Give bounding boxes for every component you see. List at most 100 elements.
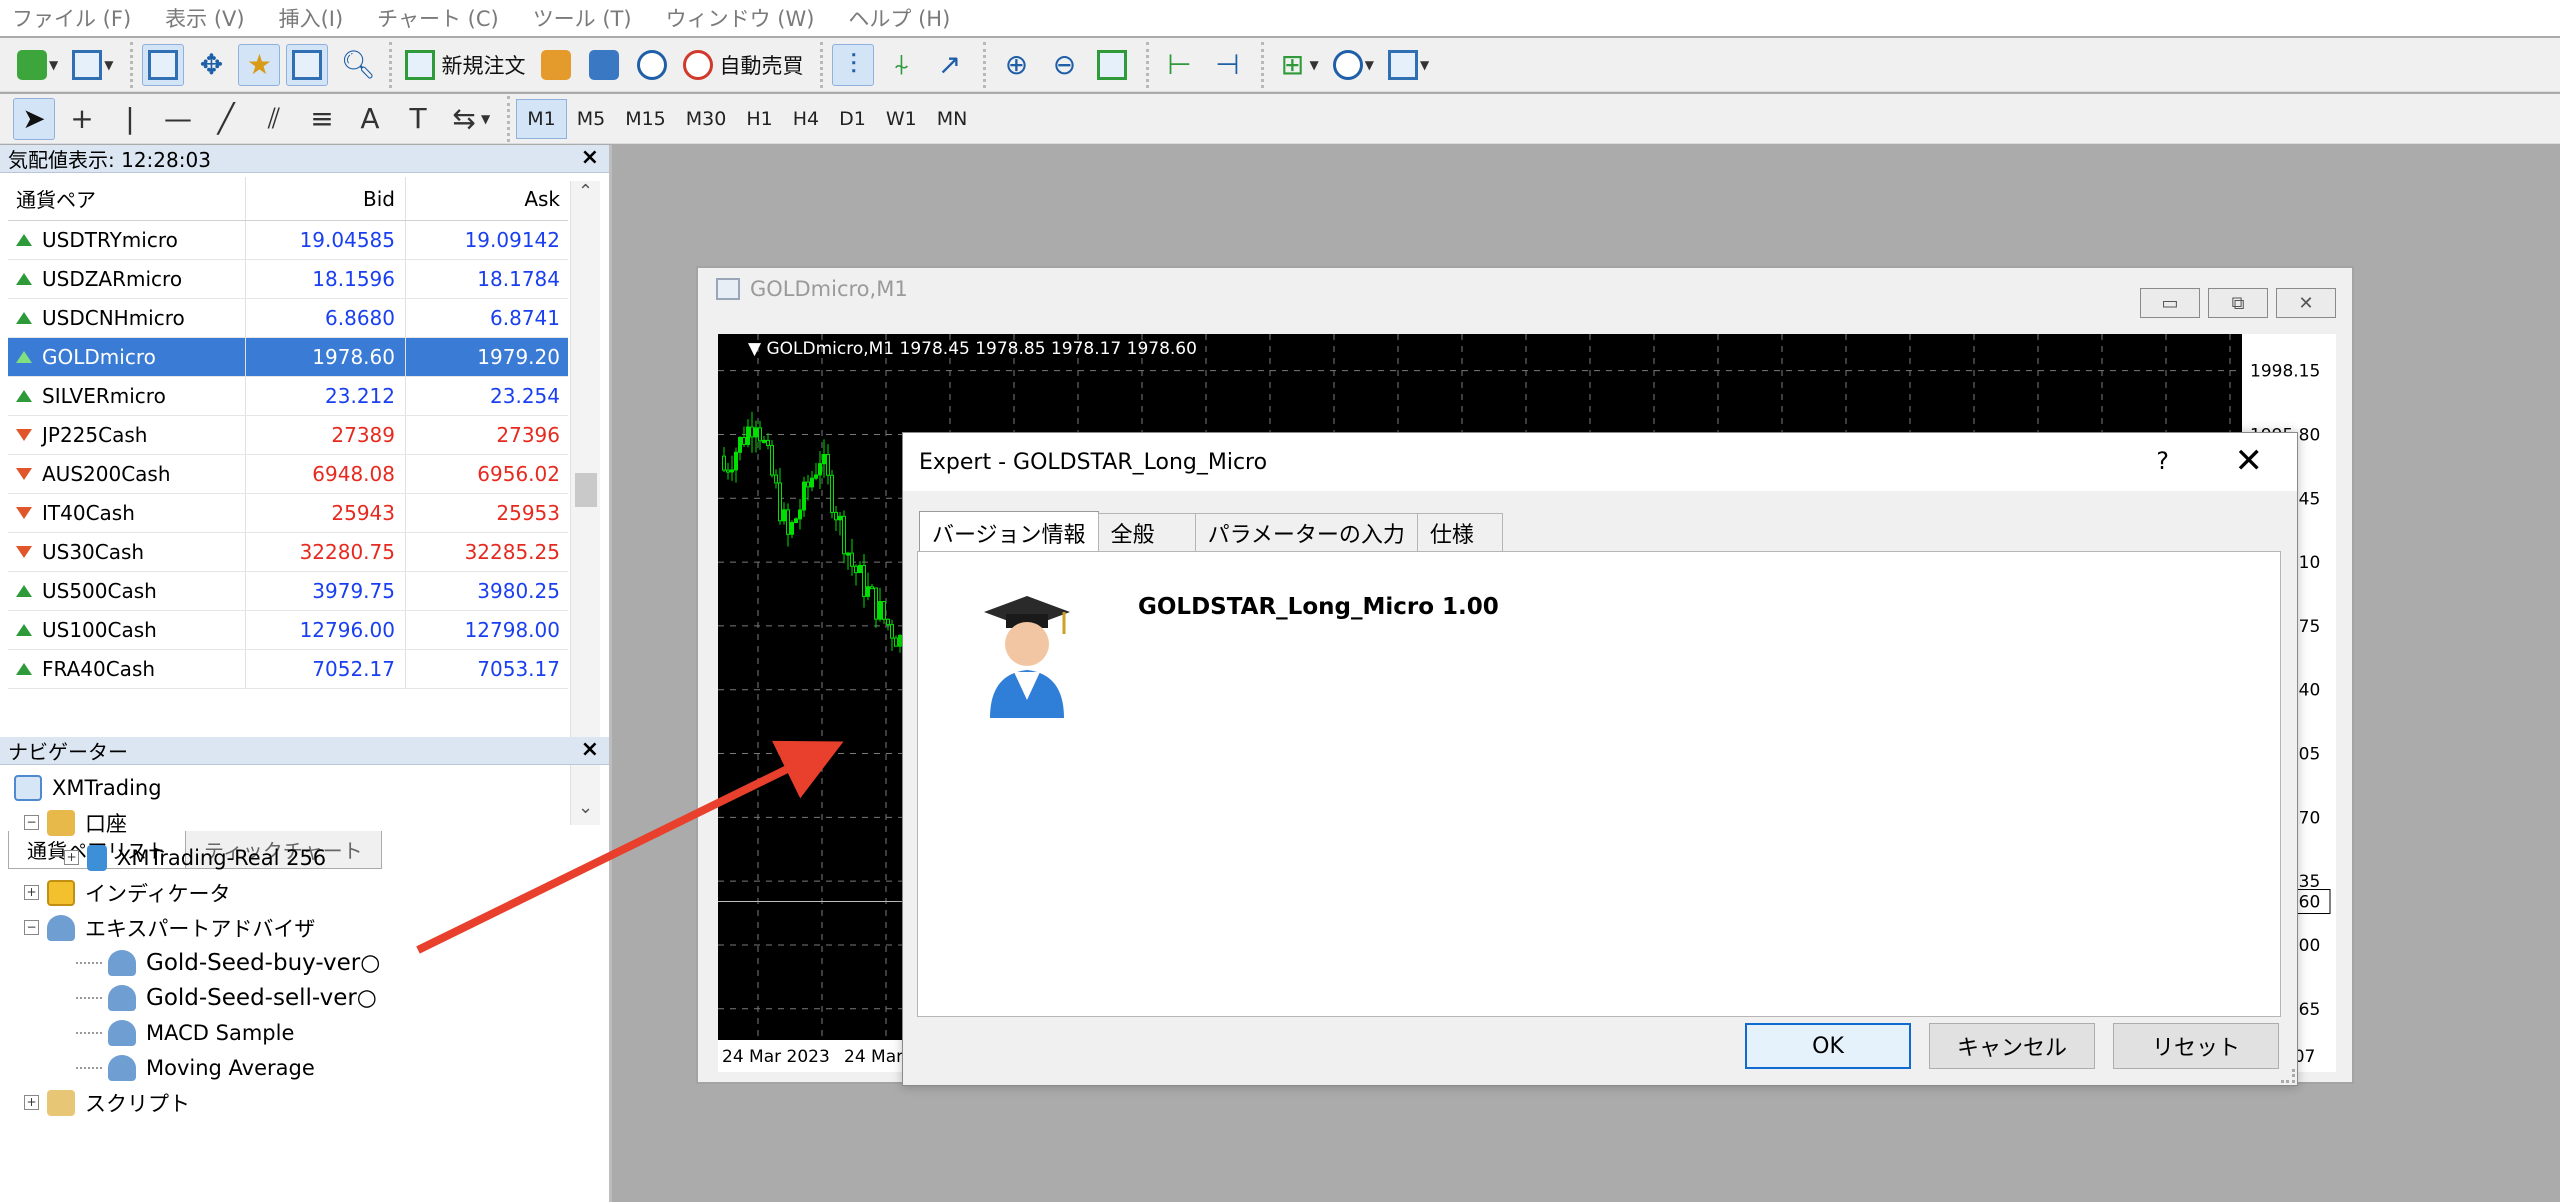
reset-button[interactable]: リセット <box>2113 1023 2279 1069</box>
scrollbar-thumb[interactable] <box>575 473 597 507</box>
bar-chart-button[interactable]: ⫶ <box>832 43 875 86</box>
tab-common[interactable]: 全般 <box>1097 513 1196 551</box>
minimize-button[interactable]: ▭ <box>2140 288 2200 318</box>
resize-grip[interactable] <box>2281 1069 2295 1083</box>
close-window-button[interactable]: ✕ <box>2276 288 2336 318</box>
menu-insert[interactable]: 挿入(I) <box>279 3 344 33</box>
table-row[interactable]: USDZARmicro 18.1596 18.1784 <box>8 260 568 299</box>
equidistant-channel-button[interactable]: ⫽ <box>253 98 295 140</box>
table-row[interactable]: FRA40Cash 7052.17 7053.17 <box>8 650 568 689</box>
cancel-button[interactable]: キャンセル <box>1929 1023 2095 1069</box>
header-bid[interactable]: Bid <box>246 177 406 220</box>
collapse-icon[interactable]: − <box>24 920 39 935</box>
auto-trading-button[interactable]: 自動売買 <box>679 44 807 86</box>
chart-window-titlebar[interactable]: GOLDmicro,M1 <box>698 268 2352 310</box>
table-row[interactable]: SILVERmicro 23.212 23.254 <box>8 377 568 416</box>
periods-button[interactable]: ▼ <box>1329 44 1378 86</box>
nav-ea-macd-sample[interactable]: MACD Sample <box>14 1015 604 1050</box>
nav-experts[interactable]: − エキスパートアドバイザ <box>14 910 604 945</box>
fibonacci-button[interactable]: ≡ <box>301 98 343 140</box>
nav-account-item[interactable]: + XMTrading-Real 256 <box>14 840 604 875</box>
menu-view[interactable]: 表示 (V) <box>165 3 244 33</box>
tab-inputs[interactable]: パラメーターの入力 <box>1194 513 1418 551</box>
close-icon[interactable]: × <box>581 737 599 762</box>
crosshair-button[interactable]: + <box>61 98 103 140</box>
header-ask[interactable]: Ask <box>406 177 568 220</box>
trendline-button[interactable]: ╱ <box>205 98 247 140</box>
new-chart-button[interactable]: ▼ <box>13 44 62 86</box>
ok-button[interactable]: OK <box>1745 1023 1911 1069</box>
menu-chart[interactable]: チャート (C) <box>377 3 499 33</box>
auto-scroll-button[interactable]: ⊢ <box>1158 44 1200 86</box>
restore-button[interactable]: ⧉ <box>2208 288 2268 318</box>
nav-ea-gold-seed-sell[interactable]: Gold-Seed-sell-ver○ <box>14 980 604 1015</box>
nav-ea-gold-seed-buy[interactable]: Gold-Seed-buy-ver○ <box>14 945 604 980</box>
header-symbol[interactable]: 通貨ペア <box>8 177 246 220</box>
cursor-button[interactable]: ➤ <box>13 97 55 140</box>
line-chart-button[interactable]: ↗ <box>928 44 970 86</box>
horizontal-line-button[interactable]: — <box>157 98 199 140</box>
menu-window[interactable]: ウィンドウ (W) <box>666 3 815 33</box>
expand-icon[interactable]: + <box>24 885 39 900</box>
timeframe-m5-button[interactable]: M5 <box>567 99 615 139</box>
templates-button[interactable]: ▼ <box>1384 44 1433 86</box>
new-order-button[interactable]: 新規注文 <box>401 44 529 86</box>
timeframe-w1-button[interactable]: W1 <box>876 99 927 139</box>
zoom-out-button[interactable]: ⊖ <box>1043 44 1085 86</box>
help-button[interactable]: ? <box>2156 447 2169 475</box>
menu-help[interactable]: ヘルプ (H) <box>848 3 950 33</box>
ask-cell: 18.1784 <box>477 267 560 291</box>
table-row[interactable]: GOLDmicro 1978.60 1979.20 <box>8 338 568 377</box>
timeframe-m15-button[interactable]: M15 <box>615 99 676 139</box>
table-row[interactable]: JP225Cash 27389 27396 <box>8 416 568 455</box>
tab-dependencies[interactable]: 仕様 <box>1416 513 1503 551</box>
timeframe-h4-button[interactable]: H4 <box>783 99 829 139</box>
zoom-in-button[interactable]: ⊕ <box>995 44 1037 86</box>
navigator-button[interactable]: ★ <box>238 43 281 86</box>
text-button[interactable]: A <box>349 98 391 140</box>
close-dialog-button[interactable]: ✕ <box>2235 441 2264 481</box>
data-window-button[interactable]: ✥ <box>190 44 232 86</box>
timeframe-mn-button[interactable]: MN <box>927 99 978 139</box>
candlestick-button[interactable]: ⍭ <box>880 44 922 86</box>
timeframe-m30-button[interactable]: M30 <box>676 99 737 139</box>
collapse-icon[interactable]: − <box>24 815 39 830</box>
market-watch-scrollbar[interactable]: ⌃ ⌄ <box>570 181 600 825</box>
vertical-line-button[interactable]: | <box>109 98 151 140</box>
dialog-titlebar[interactable]: Expert - GOLDSTAR_Long_Micro ? ✕ <box>903 433 2297 491</box>
arrows-button[interactable]: ⇆ ▼ <box>445 98 494 140</box>
chart-shift-button[interactable]: ⊣ <box>1206 44 1248 86</box>
scroll-up-icon[interactable]: ⌃ <box>571 181 600 209</box>
menu-file[interactable]: ファイル (F) <box>12 3 131 33</box>
signals-button[interactable] <box>583 44 625 86</box>
table-row[interactable]: US100Cash 12796.00 12798.00 <box>8 611 568 650</box>
expand-icon[interactable]: + <box>24 1095 39 1110</box>
nav-ea-moving-average[interactable]: Moving Average <box>14 1050 604 1085</box>
table-row[interactable]: USDTRYmicro 19.04585 19.09142 <box>8 221 568 260</box>
market-watch-button[interactable] <box>142 43 185 86</box>
vps-button[interactable] <box>631 44 673 86</box>
nav-accounts[interactable]: − 口座 <box>14 805 604 840</box>
tile-windows-button[interactable] <box>1091 44 1133 86</box>
table-row[interactable]: USDCNHmicro 6.8680 6.8741 <box>8 299 568 338</box>
terminal-button[interactable] <box>286 43 329 86</box>
nav-scripts[interactable]: + スクリプト <box>14 1085 604 1120</box>
close-icon[interactable]: × <box>581 145 599 170</box>
table-row[interactable]: US30Cash 32280.75 32285.25 <box>8 533 568 572</box>
table-row[interactable]: AUS200Cash 6948.08 6956.02 <box>8 455 568 494</box>
menu-tools[interactable]: ツール (T) <box>533 3 632 33</box>
profiles-button[interactable]: ▼ <box>68 44 117 86</box>
tab-about[interactable]: バージョン情報 <box>919 511 1099 553</box>
timeframe-h1-button[interactable]: H1 <box>736 99 782 139</box>
table-row[interactable]: US500Cash 3979.75 3980.25 <box>8 572 568 611</box>
metaeditor-button[interactable] <box>535 44 577 86</box>
text-label-button[interactable]: T <box>397 98 439 140</box>
table-row[interactable]: IT40Cash 25943 25953 <box>8 494 568 533</box>
nav-root[interactable]: XMTrading <box>14 770 604 805</box>
timeframe-d1-button[interactable]: D1 <box>829 99 876 139</box>
indicators-button[interactable]: ⊞ ▼ <box>1273 44 1322 86</box>
strategy-tester-button[interactable]: 🔍︎ <box>334 44 376 86</box>
nav-indicators[interactable]: + インディケータ <box>14 875 604 910</box>
timeframe-m1-button[interactable]: M1 <box>516 98 567 139</box>
expand-icon[interactable]: + <box>64 850 79 865</box>
